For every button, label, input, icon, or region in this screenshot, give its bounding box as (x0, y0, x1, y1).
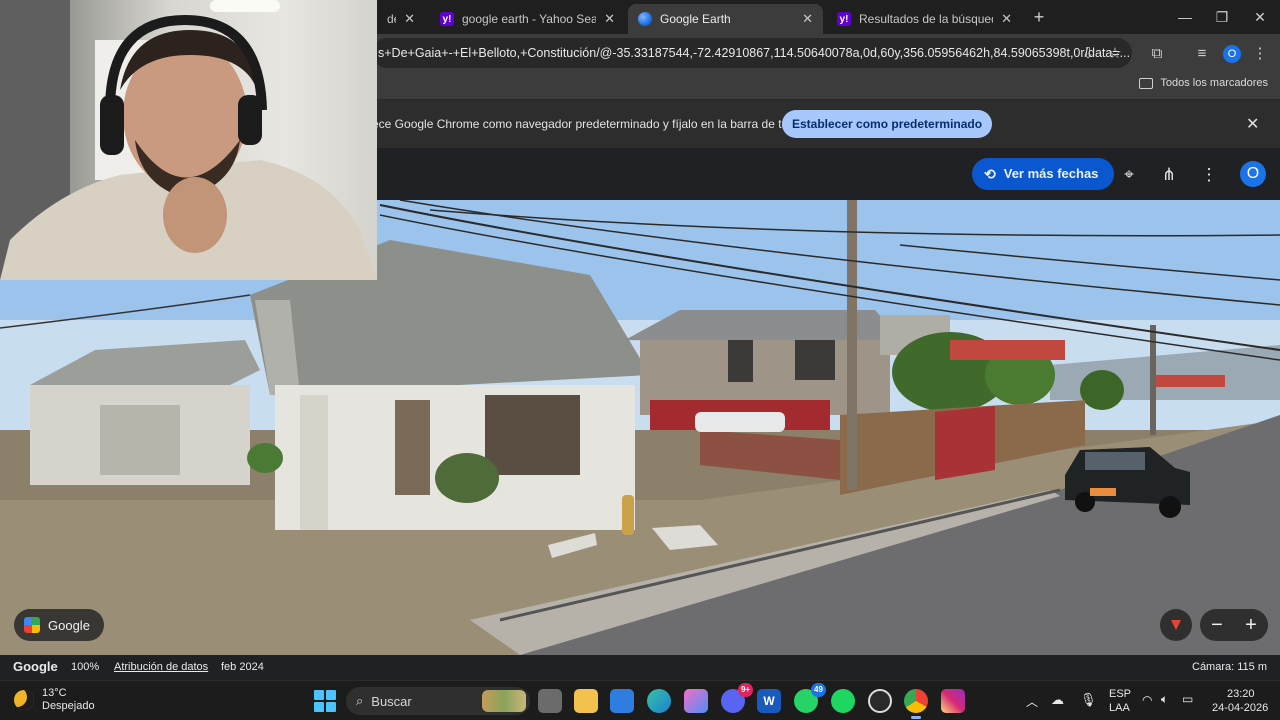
yahoo-icon: y! (440, 12, 454, 26)
close-tab-icon[interactable]: ✕ (404, 11, 415, 27)
lens-icon[interactable]: ⌖ (1118, 164, 1140, 186)
moon-icon (14, 690, 34, 710)
keyboard-layout[interactable]: LAA (1109, 702, 1130, 714)
street-view-badge[interactable]: Google (14, 609, 104, 641)
weather-desc: Despejado (42, 700, 95, 712)
close-tab-icon[interactable]: ✕ (802, 11, 813, 27)
discord-badge: 9+ (738, 683, 753, 697)
address-bar[interactable]: s+De+Gaia+-+El+Belloto,+Constitución/@-3… (372, 38, 1132, 68)
instagram-icon[interactable] (941, 689, 965, 713)
extensions-icon[interactable]: ⧉ (1147, 43, 1167, 63)
all-bookmarks-button[interactable]: Todos los marcadores (1139, 77, 1268, 89)
folder-icon (1139, 77, 1154, 89)
bookmark-star-icon[interactable]: ☆ (1105, 43, 1125, 63)
tab-title: de (387, 12, 396, 26)
whatsapp-icon[interactable]: 49 (794, 683, 826, 713)
store-icon[interactable] (610, 689, 634, 713)
input-language[interactable]: ESP (1109, 688, 1131, 700)
zoom-out-button[interactable]: − (1211, 614, 1223, 637)
all-bookmarks-label: Todos los marcadores (1160, 77, 1268, 89)
webcam-overlay (0, 0, 377, 280)
more-dates-label: Ver más fechas (1003, 166, 1099, 181)
minimize-icon[interactable]: — (1170, 6, 1200, 28)
close-icon[interactable]: ✕ (1246, 114, 1259, 134)
taskbar-search[interactable]: ⌕ Buscar (346, 687, 530, 715)
clock-date[interactable]: 24-04-2026 (1212, 702, 1268, 714)
search-label: Buscar (371, 693, 412, 709)
word-icon[interactable]: W (757, 689, 781, 713)
pegman-icon (24, 617, 40, 633)
tab-1[interactable]: y! google earth - Yahoo Search Tu ✕ (430, 4, 625, 34)
copilot-icon[interactable] (684, 689, 708, 713)
start-button[interactable] (314, 690, 336, 712)
zoom-in-button[interactable]: + (1245, 614, 1257, 637)
google-earth-icon (638, 12, 652, 26)
file-explorer-icon[interactable] (574, 689, 598, 713)
close-tab-icon[interactable]: ✕ (1001, 11, 1012, 27)
restore-icon[interactable]: ❐ (1207, 6, 1237, 28)
steelseries-icon[interactable] (868, 689, 892, 713)
taskbar: 13°C Despejado ⌕ Buscar 9+ W 49 ︿ ☁ 🎙︎ E… (0, 680, 1280, 720)
zoom-control: − + (1200, 609, 1268, 641)
edge-icon[interactable] (647, 689, 671, 713)
search-icon: ⌕ (356, 693, 364, 708)
webcam-person (0, 0, 377, 280)
microphone-icon[interactable]: 🎙︎ (1080, 692, 1097, 708)
weather-widget[interactable]: 13°C Despejado (14, 687, 95, 713)
street-view-badge-label: Google (48, 617, 90, 633)
tab-title: Resultados de la búsqueda de (859, 12, 993, 26)
infobar-message: ece Google Chrome como navegador predete… (372, 117, 812, 131)
task-view-icon[interactable] (538, 689, 562, 713)
desktop: de ✕ y! google earth - Yahoo Search Tu ✕… (0, 0, 1280, 720)
search-highlight-image (482, 690, 526, 712)
set-default-button[interactable]: Establecer como predeterminado (782, 110, 993, 138)
yahoo-icon: y! (837, 12, 851, 26)
history-icon: ⟲ (984, 166, 996, 182)
close-tab-icon[interactable]: ✕ (604, 11, 615, 27)
new-tab-button[interactable]: + (1024, 6, 1054, 28)
more-dates-button[interactable]: ⟲ Ver más fechas (972, 158, 1115, 190)
tab-title: google earth - Yahoo Search Tu (462, 12, 597, 26)
whatsapp-badge: 49 (811, 683, 826, 697)
install-app-icon[interactable]: ⇩ (1078, 43, 1098, 63)
imagery-date: feb 2024 (221, 661, 264, 673)
account-avatar[interactable]: O (1240, 161, 1266, 187)
tab-0[interactable]: de ✕ (377, 4, 425, 34)
chevron-up-icon[interactable]: ︿ (1026, 693, 1038, 710)
clock-time[interactable]: 23:20 (1227, 688, 1255, 700)
media-control-icon[interactable]: ≡ (1192, 43, 1212, 63)
compass-button[interactable] (1160, 609, 1192, 641)
chrome-icon[interactable] (904, 689, 928, 719)
google-logo: Google (13, 659, 58, 674)
zoom-level: 100% (71, 661, 100, 673)
battery-icon[interactable]: ▭ (1182, 692, 1193, 706)
chrome-menu-icon[interactable]: ⋮ (1250, 43, 1270, 63)
volume-icon[interactable]: 🔈︎ (1161, 692, 1168, 707)
tab-title: Google Earth (660, 12, 731, 26)
wifi-icon[interactable]: ◠ (1142, 693, 1152, 707)
data-attribution-link[interactable]: Atribución de datos (114, 661, 208, 673)
share-icon[interactable]: ⋔ (1158, 164, 1180, 186)
close-window-icon[interactable]: ✕ (1245, 6, 1275, 28)
tab-2[interactable]: Google Earth ✕ (628, 4, 823, 34)
compass-icon (1171, 620, 1181, 630)
weather-temp: 13°C (42, 687, 67, 699)
profile-avatar[interactable]: O (1222, 44, 1242, 64)
camera-altitude: Cámara: 115 m (1192, 661, 1267, 673)
earth-status-bar: Google 100% Atribución de datos feb 2024… (0, 655, 1280, 680)
spotify-icon[interactable] (831, 689, 855, 713)
cloud-icon[interactable]: ☁ (1051, 692, 1064, 708)
discord-icon[interactable]: 9+ (721, 683, 753, 713)
tab-3[interactable]: y! Resultados de la búsqueda de ✕ (827, 4, 1022, 34)
more-options-icon[interactable]: ⋮ (1198, 164, 1220, 186)
